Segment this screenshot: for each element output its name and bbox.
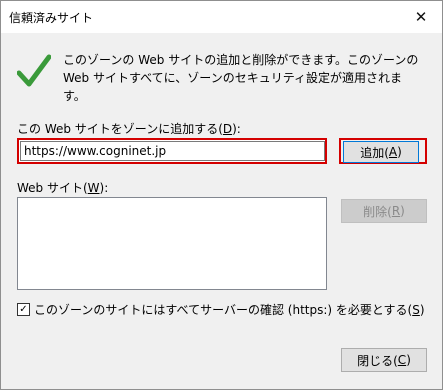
title-bar: 信頼済みサイト ✕: [1, 1, 442, 33]
zone-description: このゾーンの Web サイトの追加と削除ができます。このゾーンの Web サイト…: [63, 53, 419, 103]
https-checkbox-label: このゾーンのサイトにはすべてサーバーの確認 (https:) を必要とする(S): [34, 303, 425, 317]
remove-button[interactable]: 削除(R): [341, 199, 427, 223]
checkmark-icon: [17, 54, 51, 87]
trusted-sites-dialog: 信頼済みサイト ✕ このゾーンの Web サイトの追加と削除ができます。このゾー…: [0, 0, 443, 390]
websites-label: Web サイト(W):: [17, 181, 109, 195]
https-checkbox-row[interactable]: ✓ このゾーンのサイトにはすべてサーバーの確認 (https:) を必要とする(…: [17, 301, 425, 318]
websites-list[interactable]: [17, 197, 327, 290]
add-website-label: この Web サイトをゾーンに追加する(D):: [17, 122, 241, 136]
close-button[interactable]: 閉じる(C): [341, 348, 427, 372]
dialog-title: 信頼済みサイト: [9, 11, 94, 25]
website-url-input[interactable]: [20, 141, 325, 161]
add-button[interactable]: 追加(A): [343, 141, 419, 163]
https-checkbox[interactable]: ✓: [17, 303, 30, 316]
url-input-highlight: [17, 138, 327, 164]
close-icon[interactable]: ✕: [400, 1, 442, 33]
